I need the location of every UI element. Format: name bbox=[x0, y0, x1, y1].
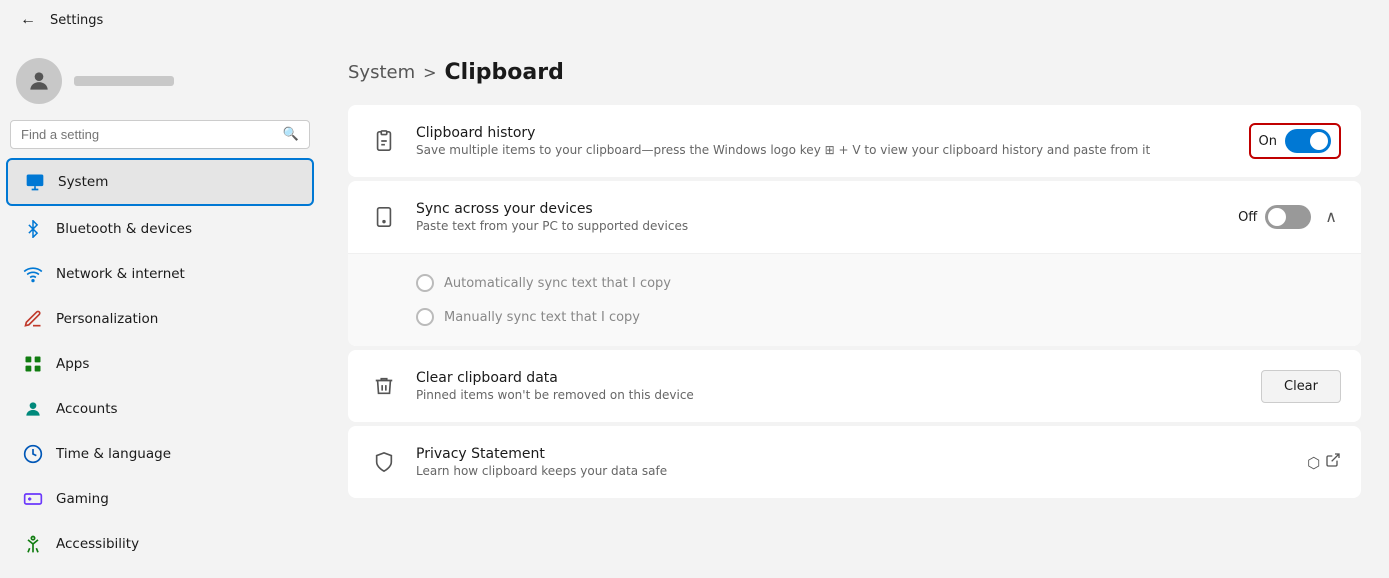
clear-clipboard-action: Clear bbox=[1261, 370, 1341, 403]
sidebar-item-bluetooth-label: Bluetooth & devices bbox=[56, 221, 192, 237]
clipboard-history-toggle[interactable] bbox=[1285, 129, 1331, 153]
breadcrumb-separator: > bbox=[423, 63, 436, 82]
sidebar-item-gaming-label: Gaming bbox=[56, 491, 109, 507]
sidebar-item-system[interactable]: System bbox=[6, 158, 314, 206]
layout: 🔍 System Bluetooth & devices bbox=[0, 40, 1389, 578]
sync-toggle-thumb bbox=[1268, 208, 1286, 226]
auto-sync-label: Automatically sync text that I copy bbox=[444, 276, 671, 291]
privacy-statement-action: ⬡ bbox=[1307, 452, 1341, 472]
sidebar-item-personalization[interactable]: Personalization bbox=[6, 297, 314, 341]
manual-sync-radio[interactable] bbox=[416, 308, 434, 326]
privacy-statement-desc: Learn how clipboard keeps your data safe bbox=[416, 464, 1291, 478]
personalization-icon bbox=[22, 308, 44, 330]
sync-devices-text: Sync across your devices Paste text from… bbox=[416, 201, 1222, 233]
search-input[interactable] bbox=[21, 127, 275, 142]
titlebar-title: Settings bbox=[50, 13, 103, 28]
sync-toggle-wrapper: Off bbox=[1238, 205, 1311, 229]
manual-sync-option[interactable]: Manually sync text that I copy bbox=[416, 300, 1341, 334]
breadcrumb-current: Clipboard bbox=[445, 60, 564, 85]
sync-collapse-button[interactable]: ∧ bbox=[1321, 203, 1341, 231]
clear-button[interactable]: Clear bbox=[1261, 370, 1341, 403]
accounts-icon bbox=[22, 398, 44, 420]
privacy-statement-icon bbox=[368, 451, 400, 473]
user-profile bbox=[0, 48, 320, 120]
breadcrumb-parent: System bbox=[348, 62, 415, 83]
auto-sync-radio[interactable] bbox=[416, 274, 434, 292]
manual-sync-label: Manually sync text that I copy bbox=[444, 310, 640, 325]
auto-sync-option[interactable]: Automatically sync text that I copy bbox=[416, 266, 1341, 300]
clear-clipboard-text: Clear clipboard data Pinned items won't … bbox=[416, 370, 1245, 402]
clipboard-history-title: Clipboard history bbox=[416, 125, 1233, 141]
sidebar-item-gaming[interactable]: Gaming bbox=[6, 477, 314, 521]
sidebar-item-accessibility-label: Accessibility bbox=[56, 536, 139, 552]
sync-devices-desc: Paste text from your PC to supported dev… bbox=[416, 219, 1222, 233]
clipboard-history-icon bbox=[368, 130, 400, 152]
sidebar-item-time[interactable]: Time & language bbox=[6, 432, 314, 476]
toggle-thumb bbox=[1310, 132, 1328, 150]
privacy-statement-title: Privacy Statement bbox=[416, 446, 1291, 462]
gaming-icon bbox=[22, 488, 44, 510]
main-content: System > Clipboard Clipboard history Sav… bbox=[320, 40, 1389, 578]
sync-devices-card: Sync across your devices Paste text from… bbox=[348, 181, 1361, 346]
search-icon: 🔍 bbox=[283, 127, 299, 142]
clear-clipboard-card: Clear clipboard data Pinned items won't … bbox=[348, 350, 1361, 422]
privacy-statement-row: Privacy Statement Learn how clipboard ke… bbox=[348, 426, 1361, 498]
sync-devices-icon bbox=[368, 206, 400, 228]
sync-devices-row: Sync across your devices Paste text from… bbox=[348, 181, 1361, 253]
sync-sub-options: Automatically sync text that I copy Manu… bbox=[348, 253, 1361, 346]
external-link-icon[interactable]: ⬡ bbox=[1307, 452, 1341, 472]
sync-toggle-label: Off bbox=[1238, 210, 1257, 225]
sidebar: 🔍 System Bluetooth & devices bbox=[0, 40, 320, 578]
clipboard-history-card: Clipboard history Save multiple items to… bbox=[348, 105, 1361, 177]
clear-clipboard-icon bbox=[368, 375, 400, 397]
accessibility-icon bbox=[22, 533, 44, 555]
clipboard-toggle-label: On bbox=[1259, 134, 1277, 149]
sidebar-item-accounts[interactable]: Accounts bbox=[6, 387, 314, 431]
sync-devices-toggle[interactable] bbox=[1265, 205, 1311, 229]
clear-clipboard-row: Clear clipboard data Pinned items won't … bbox=[348, 350, 1361, 422]
titlebar: ← Settings bbox=[0, 0, 1389, 40]
sidebar-item-time-label: Time & language bbox=[56, 446, 171, 462]
sidebar-item-network[interactable]: Network & internet bbox=[6, 252, 314, 296]
sync-devices-action: Off ∧ bbox=[1238, 203, 1341, 231]
sync-devices-title: Sync across your devices bbox=[416, 201, 1222, 217]
clear-clipboard-desc: Pinned items won't be removed on this de… bbox=[416, 388, 1245, 402]
clipboard-toggle-highlight: On bbox=[1249, 123, 1341, 159]
sidebar-item-personalization-label: Personalization bbox=[56, 311, 158, 327]
back-button[interactable]: ← bbox=[16, 7, 40, 33]
bluetooth-icon bbox=[22, 218, 44, 240]
sidebar-item-accessibility[interactable]: Accessibility bbox=[6, 522, 314, 566]
sidebar-item-accounts-label: Accounts bbox=[56, 401, 118, 417]
time-icon bbox=[22, 443, 44, 465]
network-icon bbox=[22, 263, 44, 285]
sidebar-item-apps-label: Apps bbox=[56, 356, 89, 372]
sidebar-item-apps[interactable]: Apps bbox=[6, 342, 314, 386]
system-icon bbox=[24, 171, 46, 193]
sidebar-item-bluetooth[interactable]: Bluetooth & devices bbox=[6, 207, 314, 251]
clipboard-history-text: Clipboard history Save multiple items to… bbox=[416, 125, 1233, 157]
privacy-statement-card: Privacy Statement Learn how clipboard ke… bbox=[348, 426, 1361, 498]
sidebar-item-network-label: Network & internet bbox=[56, 266, 185, 282]
search-box: 🔍 bbox=[10, 120, 310, 149]
user-name-placeholder bbox=[74, 76, 174, 86]
sidebar-item-system-label: System bbox=[58, 174, 108, 190]
clipboard-history-row: Clipboard history Save multiple items to… bbox=[348, 105, 1361, 177]
apps-icon bbox=[22, 353, 44, 375]
clipboard-history-desc: Save multiple items to your clipboard—pr… bbox=[416, 143, 1233, 157]
back-icon: ← bbox=[20, 11, 36, 29]
nav-list: System Bluetooth & devices Network & int… bbox=[0, 157, 320, 567]
privacy-statement-text: Privacy Statement Learn how clipboard ke… bbox=[416, 446, 1291, 478]
clipboard-history-action: On bbox=[1249, 123, 1341, 159]
clear-clipboard-title: Clear clipboard data bbox=[416, 370, 1245, 386]
avatar bbox=[16, 58, 62, 104]
breadcrumb: System > Clipboard bbox=[348, 60, 1361, 85]
